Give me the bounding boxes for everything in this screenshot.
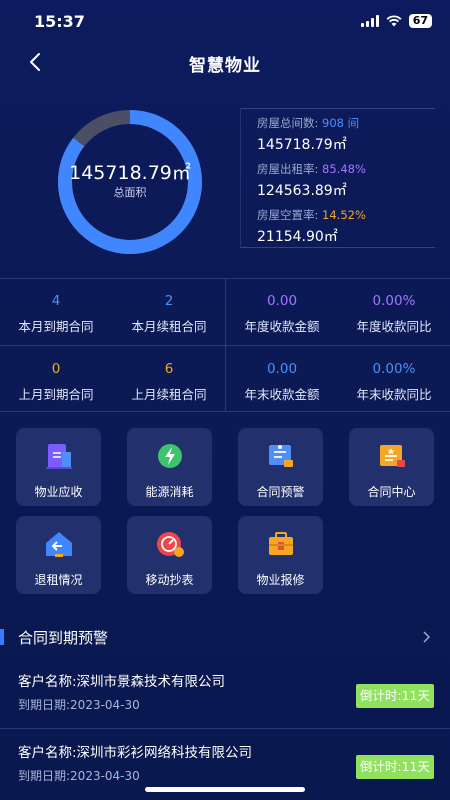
metric-value: 2 (164, 293, 174, 309)
section-title: 合同到期预警 (18, 629, 109, 647)
tile-contract-center[interactable]: 合同中心 (349, 428, 434, 506)
metrics-grid: 4 本月到期合同 2 本月续租合同 0.00 年度收款金额 0.00% 年度收款… (0, 278, 450, 412)
contract-expiry-header[interactable]: 合同到期预警 (0, 622, 450, 652)
tile-label: 移动抄表 (145, 573, 194, 587)
tile-repair[interactable]: 物业报修 (238, 516, 323, 594)
countdown-badge: 倒计时:11天 (355, 755, 434, 779)
stat-rent-rate: 房屋出租率: 85.48% 124563.89㎡ (257, 161, 366, 200)
countdown-badge: 倒计时:11天 (355, 684, 434, 708)
stat-highlight: 14.52% (322, 208, 366, 222)
metric-yearend-collection-yoy[interactable]: 0.00% 年末收款同比 (338, 361, 450, 403)
metric-year-collection-yoy[interactable]: 0.00% 年度收款同比 (338, 293, 450, 335)
divider (0, 411, 450, 412)
receivable-icon (46, 444, 72, 469)
stat-label: 房屋空置率: (257, 208, 323, 222)
stat-value: 145718.79㎡ (257, 137, 347, 153)
contract-warning-icon (269, 445, 293, 467)
customer-name: 客户名称:深圳市彩衫网络科技有限公司 (18, 745, 253, 761)
metric-last-month-renewed[interactable]: 6 上月续租合同 (113, 361, 225, 403)
customer-name: 客户名称:深圳市景森技术有限公司 (18, 674, 226, 690)
meter-reading-icon (157, 532, 184, 557)
section-accent-bar (0, 629, 4, 645)
occupancy-summary: 145718.79㎡ 总面积 房屋总间数: 908 间 145718.79㎡ 房… (0, 100, 450, 270)
tile-contract-warning[interactable]: 合同预警 (238, 428, 323, 506)
tile-label: 物业报修 (256, 573, 305, 587)
metric-month-expiring[interactable]: 4 本月到期合同 (0, 293, 112, 335)
tile-meter-reading[interactable]: 移动抄表 (127, 516, 212, 594)
metric-label: 本月到期合同 (18, 319, 94, 334)
metric-month-renewed[interactable]: 2 本月续租合同 (113, 293, 225, 335)
metric-yearend-collection[interactable]: 0.00 年末收款金额 (226, 361, 338, 403)
contract-center-icon (380, 445, 405, 467)
metric-value: 0.00 (266, 293, 298, 309)
chevron-right-icon[interactable] (420, 630, 432, 644)
tile-label: 能源消耗 (145, 485, 194, 499)
tile-label: 合同预警 (256, 485, 305, 499)
move-out-icon (46, 532, 72, 557)
stat-value: 124563.89㎡ (257, 183, 347, 199)
battery-icon: 67 (408, 14, 432, 28)
stat-vacancy-rate: 房屋空置率: 14.52% 21154.90㎡ (257, 207, 366, 246)
metric-value: 6 (164, 361, 174, 377)
metric-label: 年末收款金额 (244, 387, 320, 402)
tile-property-receivable[interactable]: 物业应收 (16, 428, 101, 506)
energy-icon (158, 444, 182, 468)
metric-value: 4 (51, 293, 61, 309)
stat-highlight: 85.48% (322, 162, 366, 176)
metric-value: 0 (51, 361, 61, 377)
stats-panel: 房屋总间数: 908 间 145718.79㎡ 房屋出租率: 85.48% 12… (240, 108, 435, 248)
expiry-date: 到期日期:2023-04-30 (18, 698, 140, 712)
stat-highlight: 908 间 (322, 116, 360, 130)
contract-item[interactable]: 客户名称:深圳市景森技术有限公司 到期日期:2023-04-30 倒计时:11天 (0, 670, 450, 732)
nav-bar: 智慧物业 (0, 44, 450, 80)
metric-year-collection[interactable]: 0.00 年度收款金额 (226, 293, 338, 335)
signal-icon (360, 15, 379, 27)
stat-label: 房屋总间数: (257, 116, 323, 130)
status-icons: 67 (360, 14, 432, 28)
metric-value: 0.00% (372, 361, 416, 377)
tile-label: 退租情况 (34, 573, 83, 587)
expiry-date: 到期日期:2023-04-30 (18, 769, 140, 783)
tile-label: 合同中心 (367, 485, 416, 499)
metric-label: 年度收款同比 (356, 319, 432, 334)
metric-label: 上月续租合同 (131, 387, 207, 402)
metric-label: 年度收款金额 (244, 319, 320, 334)
repair-icon (269, 532, 293, 555)
wifi-icon (386, 15, 402, 27)
tile-move-out[interactable]: 退租情况 (16, 516, 101, 594)
divider (0, 728, 450, 729)
tile-energy[interactable]: 能源消耗 (127, 428, 212, 506)
stat-label: 房屋出租率: (257, 162, 323, 176)
stat-value: 21154.90㎡ (257, 229, 338, 245)
page-title: 智慧物业 (189, 56, 261, 76)
metric-value: 0.00% (372, 293, 416, 309)
total-area-label: 总面积 (113, 186, 147, 199)
tile-label: 物业应收 (34, 485, 83, 499)
metric-value: 0.00 (266, 361, 298, 377)
metric-label: 上月到期合同 (18, 387, 94, 402)
metric-label: 本月续租合同 (131, 319, 207, 334)
metric-label: 年末收款同比 (356, 387, 432, 402)
status-bar: 15:37 67 (0, 0, 450, 44)
home-indicator[interactable] (145, 787, 305, 792)
stat-total-rooms: 房屋总间数: 908 间 145718.79㎡ (257, 115, 359, 154)
total-area-value: 145718.79㎡ (69, 162, 191, 184)
metric-last-month-expiring[interactable]: 0 上月到期合同 (0, 361, 112, 403)
status-time: 15:37 (34, 12, 85, 31)
